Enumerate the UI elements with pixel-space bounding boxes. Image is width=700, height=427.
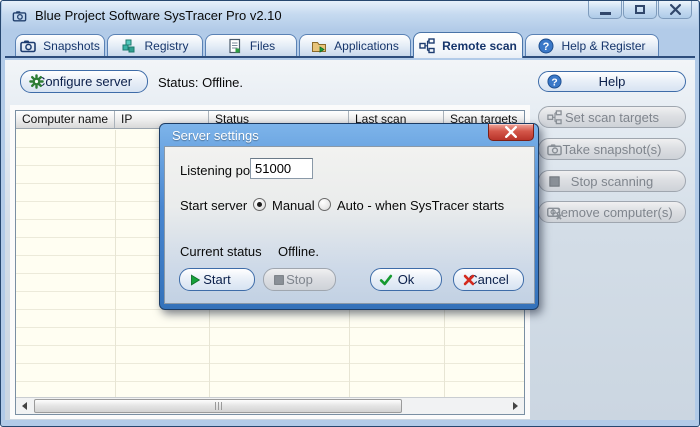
- tab-label: Files: [249, 38, 276, 53]
- tab-files[interactable]: Files: [205, 34, 297, 56]
- app-camera-icon: [11, 9, 28, 23]
- tab-registry[interactable]: Registry: [107, 34, 203, 56]
- server-status-text: Status: Offline.: [158, 75, 244, 90]
- question-icon: [547, 74, 562, 89]
- tab-bar: Snapshots Registry Files Applications Re…: [5, 30, 695, 58]
- dialog-content: Listening port Start server Manual Auto …: [164, 146, 535, 304]
- start-button[interactable]: Start: [179, 268, 255, 291]
- maximize-icon: [635, 5, 645, 14]
- tab-label: Help & Register: [561, 38, 646, 53]
- column-divider: [115, 130, 116, 397]
- cancel-button[interactable]: Cancel: [453, 268, 524, 291]
- dialog-title: Server settings: [172, 128, 259, 143]
- tab-label: Snapshots: [43, 38, 100, 53]
- window-controls: [588, 1, 692, 19]
- column-header-computer-name[interactable]: Computer name: [16, 111, 115, 128]
- tab-remote-scan[interactable]: Remote scan: [413, 32, 523, 58]
- thumb-grip: [214, 402, 216, 410]
- stop-square-icon: [547, 174, 562, 189]
- x-icon: [462, 273, 476, 287]
- tab-label: Remote scan: [442, 38, 517, 53]
- take-snapshots-button[interactable]: Take snapshot(s): [538, 138, 686, 160]
- current-status-value: Offline.: [278, 244, 319, 259]
- registry-icon: [121, 38, 137, 54]
- dialog-close-button[interactable]: [488, 124, 534, 141]
- right-arrow-icon: [513, 402, 518, 410]
- set-scan-targets-button[interactable]: Set scan targets: [538, 106, 686, 128]
- scrollbar-thumb[interactable]: [34, 399, 402, 413]
- help-button[interactable]: Help: [538, 71, 686, 92]
- tab-label: Applications: [334, 38, 399, 53]
- camera-remove-icon: [547, 205, 562, 220]
- ok-button[interactable]: Ok: [370, 268, 442, 291]
- camera-icon: [547, 142, 562, 157]
- remove-computers-button[interactable]: Remove computer(s): [538, 201, 686, 223]
- scroll-left-arrow[interactable]: [16, 398, 33, 414]
- window-title: Blue Project Software SysTracer Pro v2.1…: [35, 8, 282, 23]
- radio-auto[interactable]: [318, 198, 331, 211]
- current-status-label: Current status: [180, 244, 262, 259]
- file-icon: [227, 38, 243, 54]
- thumb-grip: [220, 402, 222, 410]
- maximize-button[interactable]: [623, 1, 657, 19]
- play-icon: [188, 273, 202, 287]
- listening-port-label: Listening port: [180, 163, 259, 178]
- applications-icon: [311, 38, 327, 54]
- remote-scan-page: Configure server Status: Offline. Help S…: [5, 60, 695, 420]
- start-server-label: Start server: [180, 198, 248, 213]
- radio-auto-label[interactable]: Auto - when SysTracer starts: [337, 198, 504, 213]
- minimize-button[interactable]: [588, 1, 622, 19]
- stop-square-icon: [272, 273, 286, 287]
- network-icon: [547, 110, 562, 125]
- gear-icon: [29, 74, 44, 89]
- scroll-right-arrow[interactable]: [507, 398, 524, 414]
- camera-icon: [20, 38, 36, 54]
- left-arrow-icon: [22, 402, 27, 410]
- network-icon: [419, 38, 435, 54]
- titlebar: Blue Project Software SysTracer Pro v2.1…: [2, 1, 698, 30]
- configure-server-button[interactable]: Configure server: [20, 70, 148, 93]
- server-settings-dialog: Server settings Listening port Start ser…: [159, 123, 539, 310]
- close-icon: [505, 126, 517, 138]
- thumb-grip: [217, 402, 219, 410]
- radio-manual-label[interactable]: Manual: [272, 198, 315, 213]
- stop-scanning-button[interactable]: Stop scanning: [538, 170, 686, 192]
- tab-applications[interactable]: Applications: [299, 34, 411, 56]
- stop-button[interactable]: Stop: [263, 268, 336, 291]
- app-window: Blue Project Software SysTracer Pro v2.1…: [0, 0, 700, 427]
- tab-snapshots[interactable]: Snapshots: [15, 34, 105, 56]
- tab-help-register[interactable]: Help & Register: [525, 34, 659, 56]
- question-icon: [538, 38, 554, 54]
- minimize-icon: [599, 11, 611, 15]
- radio-manual[interactable]: [253, 198, 266, 211]
- close-icon: [670, 4, 681, 15]
- check-icon: [379, 273, 393, 287]
- close-button[interactable]: [658, 1, 692, 19]
- listening-port-input[interactable]: [250, 158, 313, 179]
- tab-label: Registry: [144, 38, 189, 53]
- horizontal-scrollbar[interactable]: [16, 397, 524, 414]
